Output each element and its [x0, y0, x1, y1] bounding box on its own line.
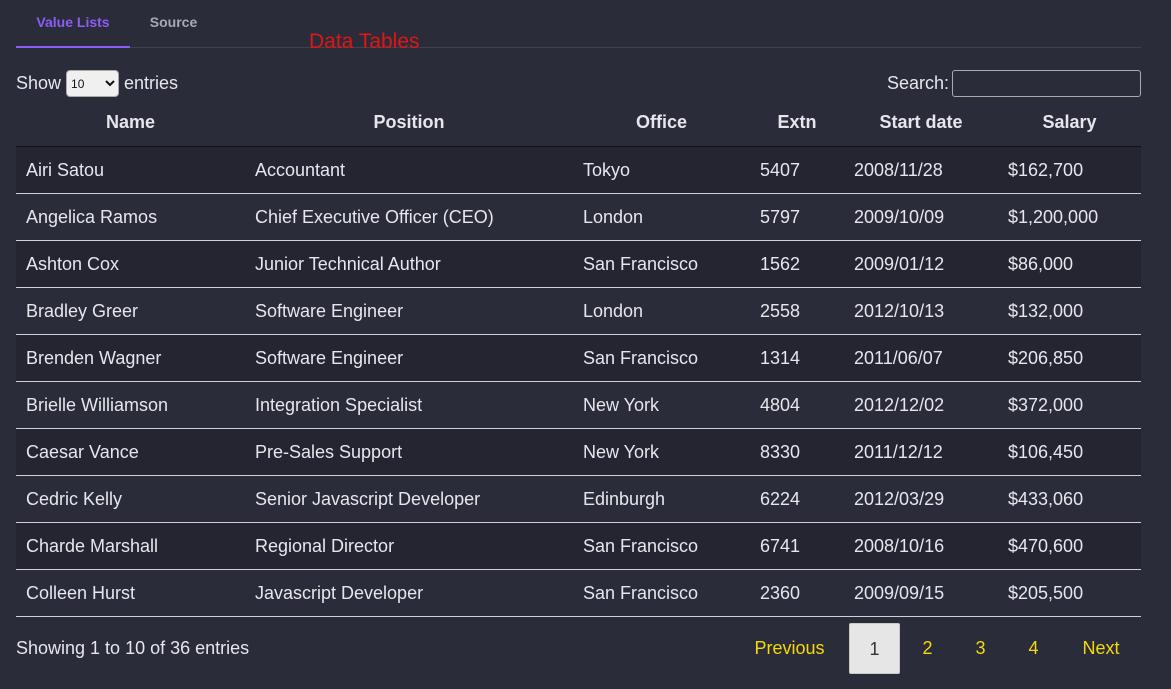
- tab-bar: Value Lists Source: [16, 0, 1141, 48]
- cell-salary: $372,000: [998, 381, 1141, 429]
- cell-extn: 2360: [750, 569, 844, 617]
- cell-position: Integration Specialist: [245, 381, 573, 429]
- cell-start-date: 2009/09/15: [844, 569, 998, 617]
- cell-name: Bradley Greer: [16, 287, 245, 335]
- cell-start-date: 2008/10/16: [844, 522, 998, 570]
- entries-label: entries: [124, 73, 179, 93]
- cell-position: Software Engineer: [245, 287, 573, 335]
- cell-start-date: 2012/12/02: [844, 381, 998, 429]
- column-header-office[interactable]: Office: [573, 98, 750, 147]
- cell-office: Edinburgh: [573, 475, 750, 523]
- entries-per-page-select[interactable]: 10: [66, 70, 120, 97]
- table-row: Cedric Kelly Senior Javascript Developer…: [16, 475, 1141, 523]
- search-label: Search:: [886, 73, 949, 93]
- column-header-name[interactable]: Name: [16, 98, 245, 147]
- cell-extn: 6224: [750, 475, 844, 523]
- cell-office: San Francisco: [573, 240, 750, 288]
- table-row: Ashton Cox Junior Technical Author San F…: [16, 240, 1141, 288]
- cell-name: Cedric Kelly: [16, 475, 245, 523]
- cell-name: Colleen Hurst: [16, 569, 245, 617]
- cell-start-date: 2012/10/13: [844, 287, 998, 335]
- cell-start-date: 2011/12/12: [844, 428, 998, 476]
- page-button-1[interactable]: 1: [849, 623, 900, 674]
- cell-salary: $206,850: [998, 334, 1141, 382]
- cell-name: Brenden Wagner: [16, 334, 245, 382]
- cell-salary: $86,000: [998, 240, 1141, 288]
- table-row: Brenden Wagner Software Engineer San Fra…: [16, 334, 1141, 382]
- cell-extn: 1314: [750, 334, 844, 382]
- cell-office: London: [573, 287, 750, 335]
- cell-salary: $1,200,000: [998, 193, 1141, 241]
- cell-name: Ashton Cox: [16, 240, 245, 288]
- cell-start-date: 2009/01/12: [844, 240, 998, 288]
- column-header-extn[interactable]: Extn: [750, 98, 844, 147]
- column-header-start-date[interactable]: Start date: [844, 98, 998, 147]
- table-row: Angelica Ramos Chief Executive Officer (…: [16, 193, 1141, 241]
- table-row: Brielle Williamson Integration Specialis…: [16, 381, 1141, 429]
- entries-length-control: Show 10 entries: [16, 70, 178, 97]
- cell-office: Tokyo: [573, 146, 750, 194]
- previous-page-button[interactable]: Previous: [736, 623, 843, 674]
- cell-salary: $205,500: [998, 569, 1141, 617]
- cell-name: Brielle Williamson: [16, 381, 245, 429]
- cell-salary: $132,000: [998, 287, 1141, 335]
- cell-position: Javascript Developer: [245, 569, 573, 617]
- cell-extn: 4804: [750, 381, 844, 429]
- cell-position: Accountant: [245, 146, 573, 194]
- cell-start-date: 2008/11/28: [844, 146, 998, 194]
- table-row: Bradley Greer Software Engineer London 2…: [16, 287, 1141, 335]
- cell-extn: 5797: [750, 193, 844, 241]
- cell-position: Senior Javascript Developer: [245, 475, 573, 523]
- cell-extn: 5407: [750, 146, 844, 194]
- cell-salary: $470,600: [998, 522, 1141, 570]
- cell-name: Airi Satou: [16, 146, 245, 194]
- data-tables-title: Data Tables: [309, 30, 420, 53]
- cell-salary: $433,060: [998, 475, 1141, 523]
- cell-extn: 6741: [750, 522, 844, 570]
- cell-salary: $162,700: [998, 146, 1141, 194]
- cell-office: New York: [573, 381, 750, 429]
- table-row: Colleen Hurst Javascript Developer San F…: [16, 569, 1141, 617]
- tab-value-lists[interactable]: Value Lists: [16, 0, 130, 48]
- cell-name: Angelica Ramos: [16, 193, 245, 241]
- cell-extn: 1562: [750, 240, 844, 288]
- table-row: Airi Satou Accountant Tokyo 5407 2008/11…: [16, 146, 1141, 194]
- employees-table: Name Position Office Extn Start date Sal…: [16, 98, 1141, 617]
- table-header-row: Name Position Office Extn Start date Sal…: [16, 98, 1141, 147]
- cell-office: San Francisco: [573, 522, 750, 570]
- column-header-salary[interactable]: Salary: [998, 98, 1141, 147]
- page-button-3[interactable]: 3: [955, 623, 1006, 674]
- cell-position: Chief Executive Officer (CEO): [245, 193, 573, 241]
- cell-office: London: [573, 193, 750, 241]
- show-label: Show: [16, 73, 62, 93]
- tab-source[interactable]: Source: [130, 0, 217, 48]
- table-row: Charde Marshall Regional Director San Fr…: [16, 522, 1141, 570]
- cell-extn: 2558: [750, 287, 844, 335]
- cell-position: Software Engineer: [245, 334, 573, 382]
- page-button-2[interactable]: 2: [902, 623, 953, 674]
- cell-position: Regional Director: [245, 522, 573, 570]
- column-header-position[interactable]: Position: [245, 98, 573, 147]
- cell-start-date: 2011/06/07: [844, 334, 998, 382]
- cell-start-date: 2012/03/29: [844, 475, 998, 523]
- table-info: Showing 1 to 10 of 36 entries: [16, 638, 250, 658]
- cell-position: Pre-Sales Support: [245, 428, 573, 476]
- cell-name: Charde Marshall: [16, 522, 245, 570]
- cell-office: San Francisco: [573, 569, 750, 617]
- next-page-button[interactable]: Next: [1065, 623, 1137, 674]
- cell-start-date: 2009/10/09: [844, 193, 998, 241]
- cell-office: New York: [573, 428, 750, 476]
- page-button-4[interactable]: 4: [1008, 623, 1059, 674]
- cell-name: Caesar Vance: [16, 428, 245, 476]
- search-input[interactable]: [952, 70, 1141, 97]
- cell-office: San Francisco: [573, 334, 750, 382]
- search-control: Search:: [887, 70, 1141, 97]
- table-row: Caesar Vance Pre-Sales Support New York …: [16, 428, 1141, 476]
- cell-extn: 8330: [750, 428, 844, 476]
- cell-position: Junior Technical Author: [245, 240, 573, 288]
- cell-salary: $106,450: [998, 428, 1141, 476]
